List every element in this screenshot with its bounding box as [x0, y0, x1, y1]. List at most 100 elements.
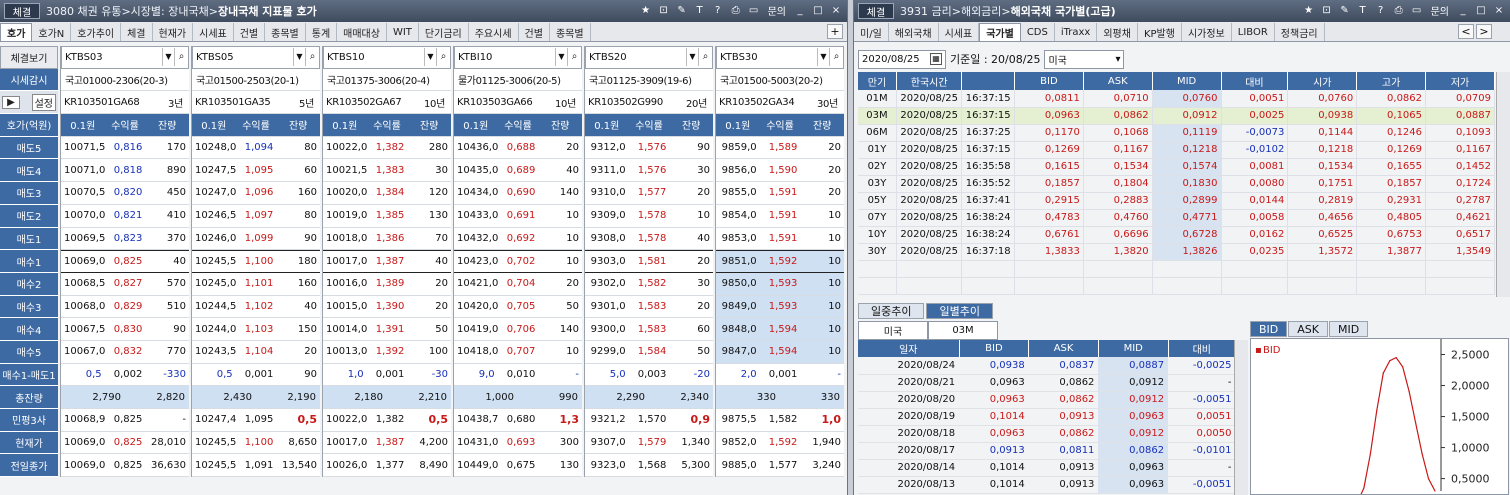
close-button[interactable]: ×	[829, 3, 843, 17]
daily-row[interactable]: 2020/08/24 0,0938 0,0837 0,0887 -0,0025	[858, 357, 1236, 375]
add-tab-button[interactable]: +	[827, 24, 843, 39]
trend-scrollbar[interactable]	[1234, 340, 1248, 495]
app-logo[interactable]: 체결	[4, 3, 40, 19]
text-icon[interactable]: T	[693, 3, 707, 17]
print-icon[interactable]: ⎙	[729, 3, 743, 17]
tab-right-4[interactable]: CDS	[1021, 23, 1055, 41]
tab-9[interactable]: 매매대상	[337, 23, 387, 41]
help-icon[interactable]: ?	[1374, 3, 1388, 17]
tab-14[interactable]: 종목별	[550, 23, 591, 41]
daily-row[interactable]: 2020/08/14 0,1014 0,0913 0,0963-	[858, 459, 1236, 477]
bid-row[interactable]: 10421,0 0,704 20	[454, 272, 582, 296]
favorite-icon[interactable]: ★	[1302, 3, 1316, 17]
yield-row[interactable]: 01M 2020/08/25 16:37:15 0,0811 0,0710 0,0760 0…	[858, 90, 1495, 108]
ask-row[interactable]: 9310,0 1,577 20	[585, 182, 713, 205]
edit-icon[interactable]: ✎	[675, 3, 689, 17]
bid-row[interactable]: 10244,0 1,103 150	[192, 318, 320, 341]
tab-10[interactable]: WIT	[387, 23, 419, 41]
ask-row[interactable]: 10247,5 1,095 60	[192, 159, 320, 183]
yield-row[interactable]: 10Y 2020/08/25 16:38:24 0,6761 0,6696 0,6728 0…	[858, 226, 1495, 244]
bid-row[interactable]: 10419,0 0,706 140	[454, 318, 582, 341]
col-header-6[interactable]: 대비	[1221, 72, 1289, 90]
tab-right-6[interactable]: 외평채	[1097, 23, 1138, 41]
bid-row[interactable]: 10418,0 0,707 10	[454, 340, 582, 364]
code-input[interactable]: KTBS20	[586, 52, 686, 63]
col-header-8[interactable]: 고가	[1356, 72, 1427, 90]
trend-country-field[interactable]: 미국	[858, 321, 928, 340]
date-picker[interactable]: 2020/08/25 ▦	[858, 49, 946, 69]
text-icon[interactable]: T	[1356, 3, 1370, 17]
code-selector[interactable]: KTBS30 ▼ ⌕	[716, 46, 844, 69]
tab-right-5[interactable]: iTraxx	[1055, 23, 1098, 41]
chart-tab-ask[interactable]: ASK	[1288, 321, 1328, 337]
search-icon[interactable]: ⌕	[174, 48, 188, 67]
search-icon[interactable]: ⌕	[436, 48, 450, 67]
chart-tab-mid[interactable]: MID	[1329, 321, 1369, 337]
tab-prev-button[interactable]: <	[1458, 24, 1474, 39]
chevron-down-icon[interactable]: ▼	[293, 48, 305, 67]
tab-5[interactable]: 시세표	[193, 23, 234, 41]
ask-row[interactable]: 9859,0 1,589 20	[716, 136, 844, 160]
daily-row[interactable]: 2020/08/19 0,1014 0,0913 0,0963 0,0051	[858, 408, 1236, 426]
ask-row[interactable]: 10246,0 1,099 90	[192, 227, 320, 251]
col-header-0[interactable]: 만기	[858, 72, 897, 90]
code-selector[interactable]: KTBS05 ▼ ⌕	[192, 46, 320, 69]
ask-row[interactable]: 9308,0 1,578 40	[585, 227, 713, 251]
search-icon[interactable]: ⌕	[698, 48, 712, 67]
tab-right-1[interactable]: 해외국채	[889, 23, 939, 41]
bid-row[interactable]: 10069,0 0,825 40	[61, 250, 189, 273]
bid-row[interactable]: 10245,0 1,101 160	[192, 272, 320, 296]
search-icon[interactable]: ⌕	[305, 48, 319, 67]
tab-right-8[interactable]: 시가정보	[1182, 23, 1232, 41]
screen-icon[interactable]: ⊡	[1320, 3, 1334, 17]
code-input[interactable]: KTBS05	[193, 52, 293, 63]
ask-row[interactable]: 10247,0 1,096 160	[192, 182, 320, 205]
bid-row[interactable]: 9850,0 1,593 10	[716, 272, 844, 296]
window-icon[interactable]: ▭	[747, 3, 761, 17]
ask-row[interactable]: 10434,0 0,690 140	[454, 182, 582, 205]
bid-row[interactable]: 10013,0 1,392 100	[323, 340, 451, 364]
inquiry-button[interactable]: 문의	[1428, 3, 1452, 18]
col-header-1[interactable]: 한국시간	[896, 72, 963, 90]
tab-2[interactable]: 호가추이	[71, 23, 122, 41]
col-header-7[interactable]: 시가	[1287, 72, 1358, 90]
daily-row[interactable]: 2020/08/17 0,0913 0,0811 0,0862 -0,0101	[858, 442, 1236, 460]
daily-header-0[interactable]: 일자	[858, 340, 960, 357]
code-input[interactable]: KTBS03	[62, 52, 162, 63]
yield-row[interactable]: 30Y 2020/08/25 16:37:18 1,3833 1,3820 1,3826 0…	[858, 243, 1495, 261]
daily-header-1[interactable]: BID	[959, 340, 1030, 357]
play-icon[interactable]: ▶	[2, 95, 20, 109]
search-icon[interactable]: ⌕	[567, 48, 581, 67]
calendar-icon[interactable]: ▦	[930, 53, 942, 65]
ask-row[interactable]: 9309,0 1,578 10	[585, 204, 713, 228]
tab-11[interactable]: 단기금리	[419, 23, 469, 41]
daily-header-2[interactable]: ASK	[1028, 340, 1099, 357]
code-selector[interactable]: KTBI10 ▼ ⌕	[454, 46, 582, 69]
ask-row[interactable]: 10071,5 0,816 170	[61, 136, 189, 160]
tab-3[interactable]: 체결	[121, 23, 153, 41]
tab-right-10[interactable]: 정책금리	[1275, 23, 1325, 41]
tab-right-7[interactable]: KP발행	[1138, 23, 1182, 41]
bid-row[interactable]: 10015,0 1,390 20	[323, 295, 451, 319]
search-icon[interactable]: ⌕	[829, 48, 843, 67]
row-label-0[interactable]: 체결보기	[0, 46, 58, 69]
tab-4[interactable]: 현재가	[153, 23, 194, 41]
trend-term-field[interactable]: 03M	[928, 321, 998, 340]
print-icon[interactable]: ⎙	[1392, 3, 1406, 17]
settings-button[interactable]: 설정	[31, 93, 56, 111]
bid-row[interactable]: 10068,5 0,827 570	[61, 272, 189, 296]
yield-row[interactable]: 02Y 2020/08/25 16:35:58 0,1615 0,1534 0,1574 0…	[858, 158, 1495, 176]
ask-row[interactable]: 10433,0 0,691 10	[454, 204, 582, 228]
ask-row[interactable]: 10021,5 1,383 30	[323, 159, 451, 183]
ask-row[interactable]: 10246,5 1,097 80	[192, 204, 320, 228]
ask-row[interactable]: 9853,0 1,591 10	[716, 227, 844, 251]
chevron-down-icon[interactable]: ▼	[424, 48, 436, 67]
bid-row[interactable]: 10423,0 0,702 10	[454, 250, 582, 273]
tab-6[interactable]: 건별	[234, 23, 266, 41]
daily-header-3[interactable]: MID	[1098, 340, 1169, 357]
bid-row[interactable]: 9299,0 1,584 50	[585, 340, 713, 364]
ask-row[interactable]: 10022,0 1,382 280	[323, 136, 451, 160]
chevron-down-icon[interactable]: ▼	[555, 48, 567, 67]
minimize-button[interactable]: _	[1456, 3, 1470, 17]
row-label-1[interactable]: 시세감시	[0, 68, 58, 92]
